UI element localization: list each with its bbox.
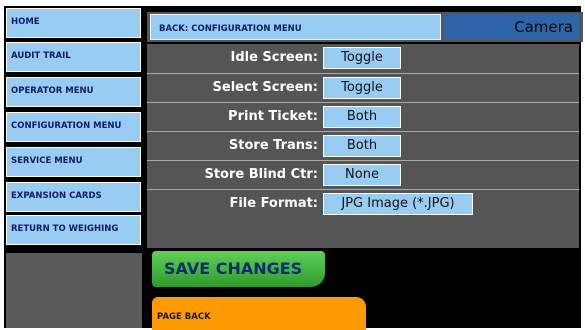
save-changes-button[interactable]: SAVE CHANGES [152,251,325,287]
setting-label: Select Screen: [212,80,318,95]
settings-list: Idle Screen: Toggle Select Screen: Toggl… [147,44,579,248]
select-screen-value-button[interactable]: Toggle [323,77,401,99]
idle-screen-value-button[interactable]: Toggle [323,47,401,69]
sidebar-item-expansion-cards[interactable]: EXPANSION CARDS [6,182,141,212]
sidebar-item-configuration-menu[interactable]: CONFIGURATION MENU [6,112,141,142]
sidebar-item-operator-menu[interactable]: OPERATOR MENU [6,77,141,107]
setting-row-select-screen: Select Screen: Toggle [147,73,579,101]
page-title-box: Camera [443,14,579,40]
setting-row-store-trans: Store Trans: Both [147,131,579,159]
store-trans-value-button[interactable]: Both [323,135,401,157]
page-back-button[interactable]: PAGE BACK [152,297,366,330]
setting-label: Print Ticket: [228,109,318,124]
sidebar-item-audit-trail[interactable]: AUDIT TRAIL [6,42,141,72]
main-panel: BACK: CONFIGURATION MENU Camera Idle Scr… [147,8,583,330]
file-format-value-button[interactable]: JPG Image (*.JPG) [323,193,473,215]
setting-row-idle-screen: Idle Screen: Toggle [147,44,579,72]
sidebar-item-service-menu[interactable]: SERVICE MENU [6,147,141,177]
sidebar-item-return-to-weighing[interactable]: RETURN TO WEIGHING [6,215,141,245]
setting-row-store-blind-ctr: Store Blind Ctr: None [147,160,579,188]
setting-label: Idle Screen: [230,50,318,65]
sidebar-item-home[interactable]: HOME [6,8,141,38]
sidebar-empty-area [6,253,143,328]
setting-row-print-ticket: Print Ticket: Both [147,102,579,130]
back-configuration-menu-button[interactable]: BACK: CONFIGURATION MENU [150,14,441,40]
setting-label: Store Trans: [228,138,318,153]
setting-label: File Format: [229,196,318,211]
print-ticket-value-button[interactable]: Both [323,106,401,128]
store-blind-ctr-value-button[interactable]: None [323,164,401,186]
sidebar: HOME AUDIT TRAIL OPERATOR MENU CONFIGURA… [6,8,143,328]
page-title: Camera [514,18,573,36]
setting-label: Store Blind Ctr: [204,167,318,182]
setting-row-file-format: File Format: JPG Image (*.JPG) [147,189,579,217]
